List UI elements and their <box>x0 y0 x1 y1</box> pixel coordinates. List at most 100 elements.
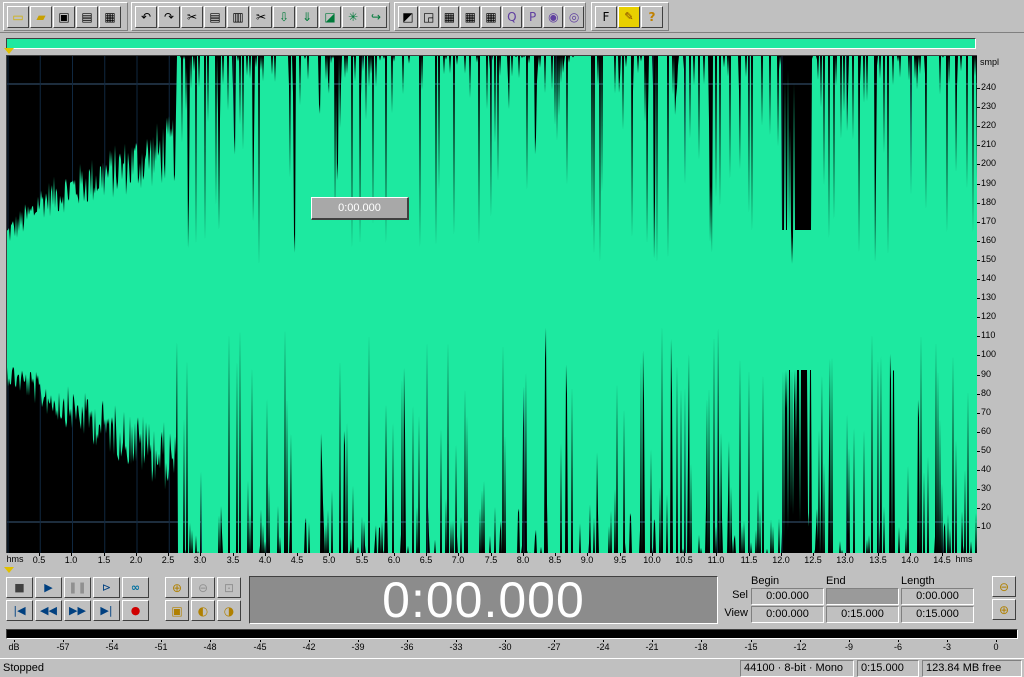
close-file-icon[interactable]: ▦ <box>99 5 121 28</box>
pause-button[interactable]: ❚❚ <box>64 577 91 598</box>
vertical-zoom-in-icon[interactable]: ⊕ <box>992 599 1016 620</box>
sample-ruler-tick <box>977 164 980 165</box>
cd-icon[interactable]: Q <box>501 5 522 28</box>
paste-icon[interactable]: ▥ <box>227 5 249 28</box>
grid-icon-3[interactable]: ▦ <box>481 5 501 28</box>
fx-icon[interactable]: F <box>595 5 617 28</box>
level-meter-label: -54 <box>105 642 119 652</box>
sel-length-field[interactable]: 0:00.000 <box>901 588 974 605</box>
view-length-field[interactable]: 0:15.000 <box>901 606 974 623</box>
time-ruler-label: 4.0 <box>258 555 272 565</box>
time-ruler-label: 12.5 <box>804 555 822 565</box>
start-marker-icon[interactable] <box>4 48 14 54</box>
grid-icon[interactable]: ▦ <box>439 5 460 28</box>
disc-icon[interactable]: ◎ <box>564 5 585 28</box>
zoom-out-icon[interactable]: ⊖ <box>191 577 215 598</box>
sample-ruler-label: 170 <box>981 216 997 226</box>
copy-icon[interactable]: ▤ <box>204 5 226 28</box>
play-button[interactable]: ▶ <box>35 577 62 598</box>
zoom-selection-icon[interactable]: ▣ <box>165 600 189 621</box>
time-ruler-label: 2.0 <box>129 555 143 565</box>
new-file-icon[interactable]: ▭ <box>7 5 29 28</box>
sample-ruler-tick <box>977 298 980 299</box>
preview-icon[interactable]: P <box>522 5 543 28</box>
time-ruler-label: 2.5 <box>161 555 175 565</box>
level-meter-label: -6 <box>893 642 903 652</box>
begin-header: Begin <box>751 575 780 587</box>
redo-icon[interactable]: ↷ <box>158 5 180 28</box>
time-ruler-label: 12.0 <box>772 555 790 565</box>
rewind-button[interactable]: ◀◀ <box>35 600 62 621</box>
view-toolbar-group: ◩ ◲ ▦ ▦ ▦ Q P ◉ ◎ <box>394 2 586 31</box>
status-format: 44100 · 8-bit · Mono <box>740 660 854 677</box>
save-as-icon[interactable]: ▤ <box>76 5 98 28</box>
grid-icon-2[interactable]: ▦ <box>460 5 481 28</box>
time-ruler[interactable]: hms hms 0.5 1.0 1.5 2.0 2.5 3.0 3.5 4.0 4.5 5.0 5.… <box>6 553 977 568</box>
zoom-full-icon[interactable]: ⊡ <box>217 577 241 598</box>
trim-icon[interactable]: ✂ <box>181 5 203 28</box>
loop-button[interactable]: ∞ <box>122 577 149 598</box>
sample-ruler-tick <box>977 508 980 509</box>
sample-ruler-tick <box>977 527 980 528</box>
sample-ruler-label: 220 <box>981 120 997 130</box>
sample-ruler-label: 40 <box>981 464 992 474</box>
sample-ruler-tick <box>977 107 980 108</box>
mix-paste-icon[interactable]: ⇩ <box>273 5 295 28</box>
zoom-in-icon[interactable]: ⊕ <box>165 577 189 598</box>
status-duration: 0:15.000 <box>857 660 919 677</box>
go-to-start-button[interactable]: |◀ <box>6 600 33 621</box>
overview-area <box>0 34 1024 54</box>
stop-button[interactable]: ■ <box>6 577 33 598</box>
end-header: End <box>826 575 846 587</box>
go-to-end-button[interactable]: ▶| <box>93 600 120 621</box>
zoom-right-icon[interactable]: ◑ <box>217 600 241 621</box>
view-end-field[interactable]: 0:15.000 <box>826 606 899 623</box>
waveform-view-icon[interactable]: ◩ <box>398 5 418 28</box>
sel-end-field[interactable] <box>826 588 899 605</box>
time-display: 0:00.000 <box>249 575 718 625</box>
time-ruler-label: 6.0 <box>387 555 401 565</box>
waveform-display[interactable]: 0:00.000 <box>6 55 977 553</box>
cursor-marker-icon[interactable] <box>4 567 14 573</box>
crossfade-icon[interactable]: ◪ <box>319 5 341 28</box>
time-ruler-label: 1.0 <box>64 555 78 565</box>
help-icon[interactable]: ? <box>641 5 663 28</box>
record-button[interactable]: ● <box>122 600 149 621</box>
sample-ruler-tick <box>977 413 980 414</box>
sample-ruler-tick <box>977 470 980 471</box>
sample-ruler-unit: smpl <box>980 57 1000 67</box>
generate-icon[interactable]: ✳ <box>342 5 364 28</box>
insert-icon[interactable]: ⇓ <box>296 5 318 28</box>
record-icon[interactable]: ↪ <box>365 5 387 28</box>
sel-begin-field[interactable]: 0:00.000 <box>751 588 824 605</box>
vertical-zoom-out-icon[interactable]: ⊖ <box>992 576 1016 597</box>
zoom-left-icon[interactable]: ◐ <box>191 600 215 621</box>
level-meter-bar <box>6 629 1018 639</box>
cut-icon[interactable]: ✂ <box>250 5 272 28</box>
wand-icon[interactable]: ✎ <box>618 5 640 28</box>
fast-forward-button[interactable]: ▶▶ <box>64 600 91 621</box>
time-ruler-label: 3.0 <box>193 555 207 565</box>
level-meter-label: -36 <box>400 642 414 652</box>
sample-ruler-tick <box>977 489 980 490</box>
time-ruler-unit-right: hms <box>955 554 973 564</box>
save-icon[interactable]: ▣ <box>53 5 75 28</box>
open-file-icon[interactable]: ▰ <box>30 5 52 28</box>
level-meter-label: -9 <box>844 642 854 652</box>
play-to-end-button[interactable]: ⊳ <box>93 577 120 598</box>
time-ruler-label: 5.0 <box>322 555 336 565</box>
level-meter-label: -15 <box>744 642 758 652</box>
select-tool-icon[interactable]: ◲ <box>418 5 439 28</box>
play-list-icon[interactable]: ◉ <box>543 5 564 28</box>
level-meter-label: -21 <box>645 642 659 652</box>
overview-bar[interactable] <box>6 38 976 49</box>
undo-icon[interactable]: ↶ <box>135 5 157 28</box>
sample-ruler-label: 240 <box>981 82 997 92</box>
length-header: Length <box>901 575 935 587</box>
sample-ruler-label: 160 <box>981 235 997 245</box>
level-meter-label: -18 <box>694 642 708 652</box>
sample-ruler-label: 10 <box>981 521 992 531</box>
level-meter-label: -51 <box>154 642 168 652</box>
level-meter-label: -27 <box>547 642 561 652</box>
view-begin-field[interactable]: 0:00.000 <box>751 606 824 623</box>
